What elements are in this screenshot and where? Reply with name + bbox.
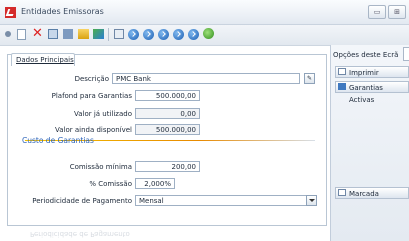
option-imprimir[interactable]: Imprimir bbox=[335, 66, 409, 78]
option-garantias-activas[interactable]: Garantias Activas bbox=[335, 81, 409, 104]
new-document-icon[interactable] bbox=[17, 29, 26, 40]
chevron-down-icon[interactable] bbox=[306, 195, 317, 206]
dropdown-bullet-icon[interactable] bbox=[5, 31, 11, 37]
print-icon bbox=[338, 68, 346, 75]
utilizado-field: 0,00 bbox=[135, 108, 200, 119]
periodicidade-label: Periodicidade de Pagamento bbox=[32, 197, 132, 205]
tab-dados-principais[interactable]: Dados Principais bbox=[11, 53, 75, 66]
options-select[interactable] bbox=[403, 47, 409, 61]
refresh-icon[interactable] bbox=[203, 28, 214, 39]
comissao-minima-label: Comissão mínima bbox=[69, 163, 132, 171]
search-record-icon[interactable] bbox=[188, 29, 199, 40]
reflection-text: Periodicidade de Pagamento bbox=[30, 230, 130, 238]
list-icon bbox=[338, 83, 346, 90]
last-record-icon[interactable] bbox=[173, 29, 184, 40]
first-record-icon[interactable] bbox=[128, 29, 139, 40]
descricao-field[interactable]: PMC Bank bbox=[112, 73, 300, 84]
folder-icon[interactable] bbox=[78, 29, 89, 39]
periodicidade-select[interactable]: Mensal bbox=[135, 195, 317, 206]
option-marcada[interactable]: Marcada bbox=[335, 187, 409, 199]
plafond-label: Plafond para Garantias bbox=[51, 92, 132, 100]
pct-comissao-field[interactable]: 2,000% bbox=[135, 178, 175, 189]
pct-comissao-label: % Comissão bbox=[89, 180, 132, 188]
delete-icon[interactable]: ✕ bbox=[32, 27, 43, 40]
disponivel-field: 500.000,00 bbox=[135, 124, 200, 135]
window-title: Entidades Emissoras bbox=[21, 7, 104, 16]
maximize-button[interactable]: ⊞ bbox=[388, 5, 406, 19]
next-record-icon[interactable] bbox=[158, 29, 169, 40]
utilizado-label: Valor já utilizado bbox=[73, 110, 132, 118]
grid-icon[interactable] bbox=[63, 29, 73, 39]
options-header: Opções deste Ecrã bbox=[333, 51, 399, 59]
lookup-icon[interactable]: ✎ bbox=[304, 73, 315, 84]
preview-icon[interactable] bbox=[114, 29, 124, 39]
marker-icon bbox=[338, 189, 346, 196]
minimize-button[interactable]: ▭ bbox=[368, 5, 386, 19]
toolbar-separator bbox=[108, 28, 109, 41]
section-title: Custo de Garantias bbox=[22, 136, 94, 145]
disponivel-label: Valor ainda disponível bbox=[54, 126, 132, 134]
copy-icon[interactable] bbox=[48, 29, 58, 39]
previous-record-icon[interactable] bbox=[143, 29, 154, 40]
plafond-field[interactable]: 500.000,00 bbox=[135, 90, 200, 101]
app-logo-icon bbox=[5, 7, 16, 18]
comissao-minima-field[interactable]: 200,00 bbox=[135, 161, 200, 172]
descricao-label: Descrição bbox=[74, 75, 109, 83]
picture-icon[interactable] bbox=[93, 29, 104, 39]
